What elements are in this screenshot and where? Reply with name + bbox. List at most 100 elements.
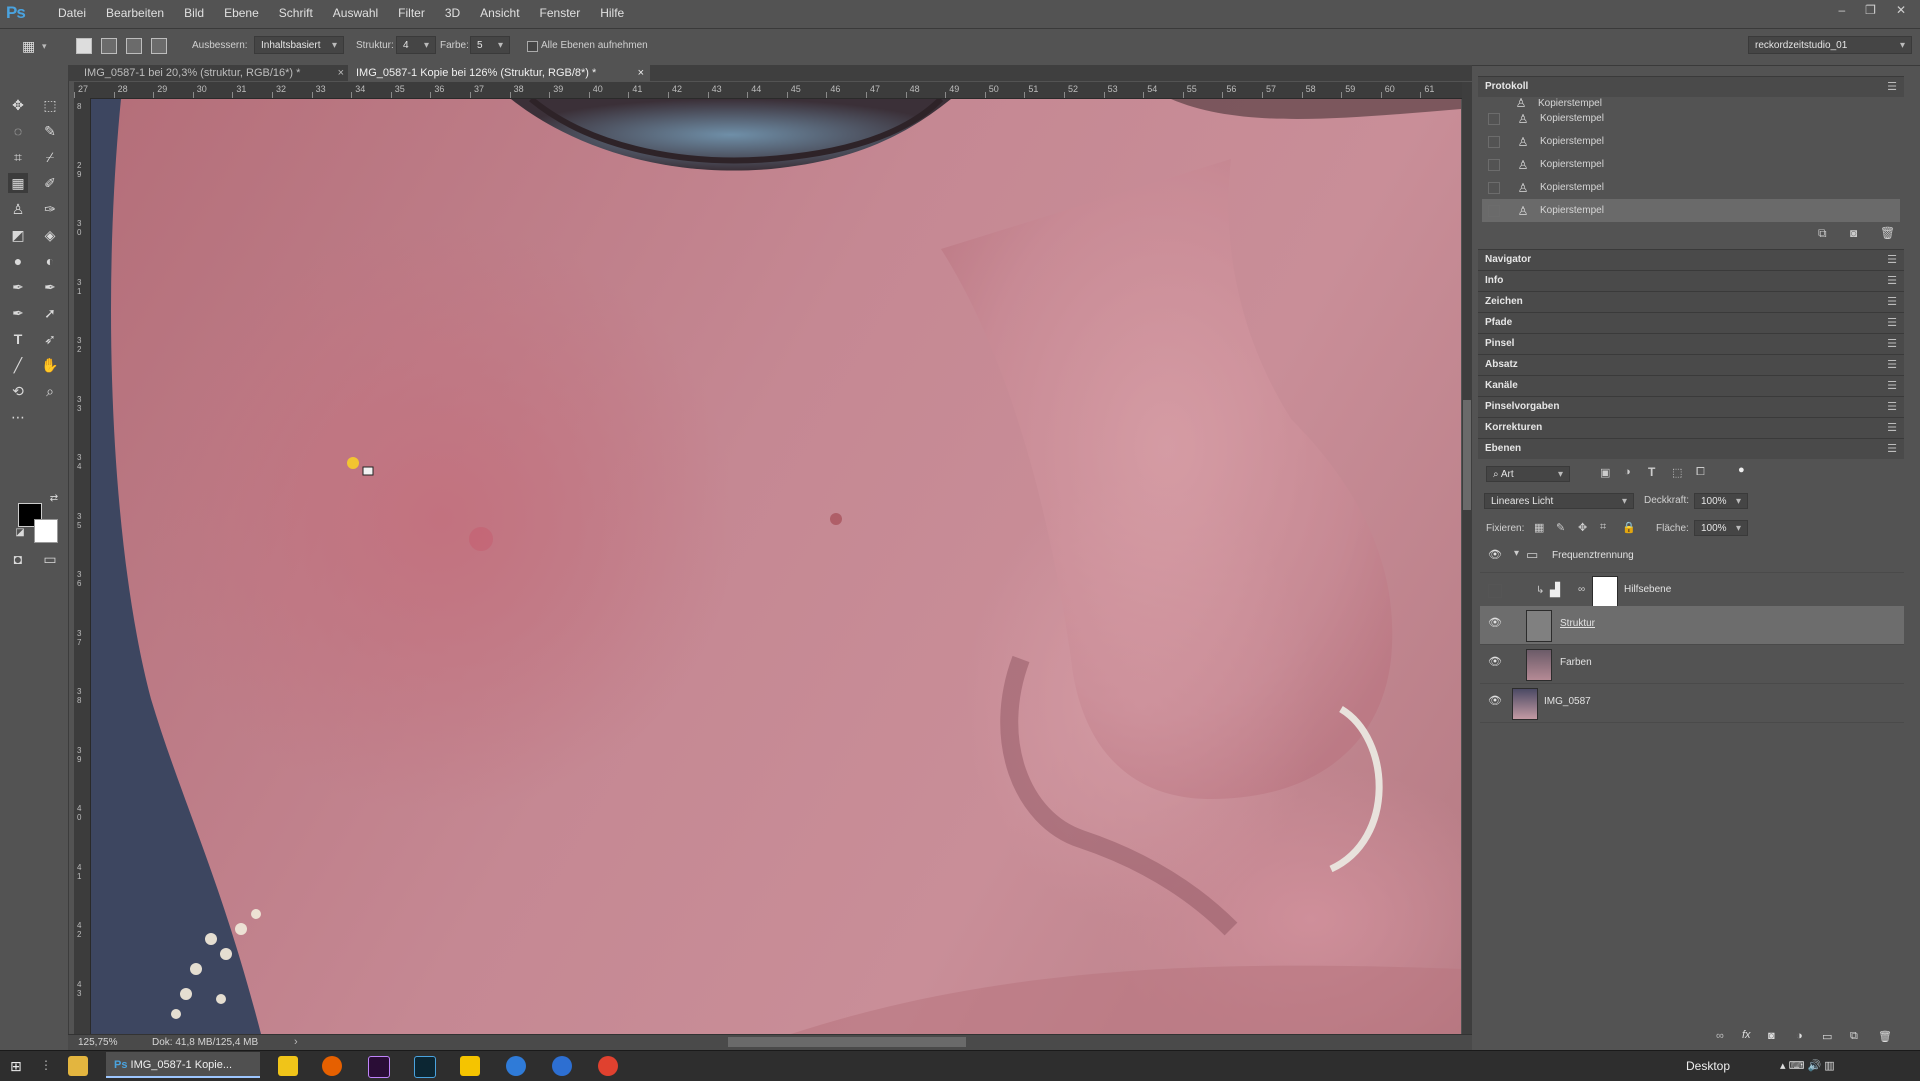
menu-ansicht[interactable]: Ansicht [470,0,529,27]
type-tool-icon[interactable]: T [8,329,28,349]
panel-menu-icon[interactable]: ☰ [1887,337,1897,350]
crop-tool-icon[interactable]: ⌗ [8,147,28,167]
patch-tool-icon[interactable]: ▦ [22,38,38,54]
visibility-eye-icon[interactable]: 👁 [1488,618,1502,629]
lasso-tool-icon[interactable]: ◌ [8,121,28,141]
hand-tool-icon[interactable]: ✋ [40,355,60,375]
layer-filter-select[interactable]: ⌕ Art ▾ [1486,466,1570,482]
close-icon[interactable]: ✕ [1896,3,1906,17]
quick-mask-icon[interactable]: ◘ [8,549,28,569]
line-tool-icon[interactable]: ╱ [8,355,28,375]
filter-smart-object-icon[interactable]: ⧠ [1696,466,1705,479]
history-snapshot-box[interactable] [1488,181,1500,194]
quick-selection-tool-icon[interactable]: ✎ [40,121,60,141]
menu-fenster[interactable]: Fenster [530,0,591,27]
horizontal-scroll-thumb[interactable] [728,1037,966,1047]
menu-datei[interactable]: Datei [48,0,96,27]
swap-colors-icon[interactable]: ⇄ [44,489,64,509]
absatz-panel-header[interactable]: Absatz ☰ [1478,354,1904,375]
menu-ebene[interactable]: Ebene [214,0,269,27]
filter-toggle-icon[interactable]: ● [1738,464,1745,476]
filter-pixel-icon[interactable]: ▣ [1600,466,1610,479]
premiere-icon[interactable] [368,1056,390,1078]
korrekturen-panel-header[interactable]: Korrekturen ☰ [1478,417,1904,438]
fill-input[interactable]: 100% ▾ [1694,520,1748,536]
struktur-select[interactable]: 4 ▾ [396,36,436,54]
history-panel-header[interactable]: Protokoll ☰ [1478,76,1904,97]
kanaele-panel-header[interactable]: Kanäle ☰ [1478,375,1904,396]
visibility-eye-icon[interactable]: 👁 [1488,550,1502,561]
file-explorer-icon[interactable] [68,1056,88,1076]
move-tool-icon[interactable]: ✥ [8,95,28,115]
browser-icon[interactable] [506,1056,526,1076]
history-item[interactable]: ♙ Kopierstempel [1482,130,1900,153]
lock-all-icon[interactable]: 🔒 [1622,521,1636,534]
app-icon[interactable] [552,1056,572,1076]
intersect-selection-icon[interactable] [151,38,167,54]
visibility-eye-icon[interactable]: 👁 [1488,696,1502,707]
subtract-selection-icon[interactable] [126,38,142,54]
layer-group-frequenztrennung[interactable]: 👁 ▾ ▭ Frequenztrennung [1480,538,1904,573]
app-icon[interactable] [460,1056,480,1076]
history-item[interactable]: ♙ Kopierstempel [1482,107,1900,130]
history-snapshot-box[interactable] [1488,204,1500,217]
panel-menu-icon[interactable]: ☰ [1887,442,1897,455]
layer-thumbnail[interactable] [1526,649,1552,681]
task-view-icon[interactable]: ⋮ [40,1058,52,1072]
visibility-off-box[interactable] [1488,584,1502,598]
add-mask-icon[interactable]: ◙ [1768,1030,1775,1042]
menu-schrift[interactable]: Schrift [269,0,323,27]
history-item[interactable]: ♙ Kopierstempel [1482,153,1900,176]
close-icon[interactable]: × [338,65,344,81]
pinselvorgaben-panel-header[interactable]: Pinselvorgaben ☰ [1478,396,1904,417]
menu-3d[interactable]: 3D [435,0,470,27]
marquee-tool-icon[interactable]: ⬚ [40,95,60,115]
desktop-toolbar-label[interactable]: Desktop [1686,1059,1730,1073]
screen-mode-icon[interactable]: ▭ [40,549,60,569]
new-layer-icon[interactable]: ⧉ [1850,1030,1858,1043]
panel-menu-icon[interactable]: ☰ [1887,400,1897,413]
zoom-level[interactable]: 125,75% [78,1037,117,1048]
close-icon[interactable]: × [638,65,644,81]
visibility-eye-icon[interactable]: 👁 [1488,657,1502,668]
dodge-tool-icon[interactable]: ◐ [40,251,60,271]
layer-struktur[interactable]: 👁 Struktur [1480,606,1904,645]
alle-ebenen-checkbox[interactable] [527,41,538,52]
zoom-tool-icon[interactable]: ⌕ [40,381,60,401]
panel-menu-icon[interactable]: ☰ [1887,316,1897,329]
add-selection-icon[interactable] [101,38,117,54]
lightroom-icon[interactable] [414,1056,436,1078]
history-item[interactable]: ♙ Kopierstempel [1482,176,1900,199]
pinsel-panel-header[interactable]: Pinsel ☰ [1478,333,1904,354]
layer-img-0587[interactable]: 👁 IMG_0587 [1480,684,1904,723]
panel-menu-icon[interactable]: ☰ [1887,358,1897,371]
app-icon[interactable] [278,1056,298,1076]
taskbar-photoshop-window[interactable]: Ps IMG_0587-1 Kopie... [106,1052,260,1078]
history-item-selected[interactable]: ♙ Kopierstempel [1482,199,1900,222]
panel-menu-icon[interactable]: ☰ [1887,295,1897,308]
fx-icon[interactable]: fx [1742,1029,1751,1041]
filter-adjustment-icon[interactable]: ◑ [1624,466,1631,478]
layer-mask-thumbnail[interactable] [1592,576,1618,608]
panel-menu-icon[interactable]: ☰ [1887,274,1897,287]
minimize-icon[interactable]: – [1838,3,1845,17]
menu-auswahl[interactable]: Auswahl [323,0,388,27]
tray-icons[interactable]: ▴ ⌨ 🔊 ▥ [1780,1059,1835,1072]
eraser-tool-icon[interactable]: ◩ [8,225,28,245]
new-document-from-state-icon[interactable]: ⧉ [1818,226,1827,241]
chain-link-icon[interactable]: ∞ [1578,584,1585,595]
filter-shape-icon[interactable]: ⬚ [1672,466,1682,479]
farbe-select[interactable]: 5 ▾ [470,36,510,54]
blend-mode-select[interactable]: Lineares Licht ▾ [1484,493,1634,509]
ebenen-panel-header[interactable]: Ebenen ☰ [1478,438,1904,459]
history-snapshot-box[interactable] [1488,158,1500,171]
lock-pixels-icon[interactable]: ✎ [1556,521,1565,534]
vertical-scrollbar[interactable] [1462,82,1472,1034]
new-selection-icon[interactable] [76,38,92,54]
workspace-select[interactable]: reckordzeitstudio_01 ▾ [1748,36,1912,54]
tool-preset-chevron-icon[interactable]: ▾ [42,41,47,52]
zeichen-panel-header[interactable]: Zeichen ☰ [1478,291,1904,312]
new-group-icon[interactable]: ▭ [1822,1030,1832,1043]
eyedropper-tool-icon[interactable]: ⌿ [40,147,60,167]
tab-document-2[interactable]: IMG_0587-1 Kopie bei 126% (Struktur, RGB… [348,65,650,81]
